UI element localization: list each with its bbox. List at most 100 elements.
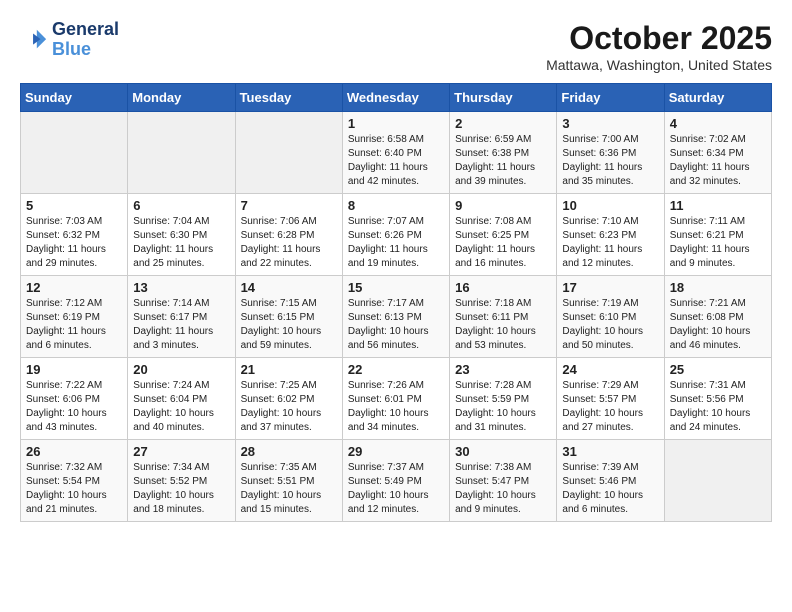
day-cell: 8 Sunrise: 7:07 AM Sunset: 6:26 PM Daylig… — [342, 194, 449, 276]
day-info: Sunrise: 7:14 AM Sunset: 6:17 PM Dayligh… — [133, 297, 229, 353]
page-header: General Blue October 2025 Mattawa, Washi… — [20, 20, 772, 73]
day-cell: 2 Sunrise: 6:59 AM Sunset: 6:38 PM Daylig… — [450, 112, 557, 194]
day-info: Sunrise: 7:35 AM Sunset: 5:51 PM Dayligh… — [241, 461, 337, 517]
day-info: Sunrise: 7:02 AM Sunset: 6:34 PM Dayligh… — [670, 133, 766, 189]
day-info: Sunrise: 7:06 AM Sunset: 6:28 PM Dayligh… — [241, 215, 337, 271]
day-info: Sunrise: 7:26 AM Sunset: 6:01 PM Dayligh… — [348, 379, 444, 435]
day-info: Sunrise: 7:31 AM Sunset: 5:56 PM Dayligh… — [670, 379, 766, 435]
day-info: Sunrise: 6:58 AM Sunset: 6:40 PM Dayligh… — [348, 133, 444, 189]
day-number: 2 — [455, 116, 551, 131]
day-number: 15 — [348, 280, 444, 295]
day-cell: 4 Sunrise: 7:02 AM Sunset: 6:34 PM Daylig… — [664, 112, 771, 194]
day-cell: 13 Sunrise: 7:14 AM Sunset: 6:17 PM Dayli… — [128, 276, 235, 358]
day-cell: 1 Sunrise: 6:58 AM Sunset: 6:40 PM Daylig… — [342, 112, 449, 194]
day-number: 12 — [26, 280, 122, 295]
day-number: 23 — [455, 362, 551, 377]
day-info: Sunrise: 7:22 AM Sunset: 6:06 PM Dayligh… — [26, 379, 122, 435]
title-block: October 2025 Mattawa, Washington, United… — [546, 20, 772, 73]
weekday-header-wednesday: Wednesday — [342, 84, 449, 112]
day-cell: 25Sunrise: 7:31 AM Sunset: 5:56 PM Dayli… — [664, 358, 771, 440]
day-info: Sunrise: 7:38 AM Sunset: 5:47 PM Dayligh… — [455, 461, 551, 517]
day-cell: 3Sunrise: 7:00 AM Sunset: 6:36 PM Daylig… — [557, 112, 664, 194]
day-cell — [128, 112, 235, 194]
day-number: 8 — [348, 198, 444, 213]
day-info: Sunrise: 7:08 AM Sunset: 6:25 PM Dayligh… — [455, 215, 551, 271]
day-cell: 23 Sunrise: 7:28 AM Sunset: 5:59 PM Dayli… — [450, 358, 557, 440]
day-cell: 19 Sunrise: 7:22 AM Sunset: 6:06 PM Dayli… — [21, 358, 128, 440]
day-info: Sunrise: 7:29 AM Sunset: 5:57 PM Dayligh… — [562, 379, 658, 435]
day-number: 29 — [348, 444, 444, 459]
calendar: SundayMondayTuesdayWednesdayThursdayFrid… — [20, 83, 772, 522]
day-cell: 10 Sunrise: 7:10 AM Sunset: 6:23 PM Dayli… — [557, 194, 664, 276]
day-info: Sunrise: 7:19 AM Sunset: 6:10 PM Dayligh… — [562, 297, 658, 353]
day-number: 10 — [562, 198, 658, 213]
day-number: 27 — [133, 444, 229, 459]
day-info: Sunrise: 7:24 AM Sunset: 6:04 PM Dayligh… — [133, 379, 229, 435]
day-cell: 17 Sunrise: 7:19 AM Sunset: 6:10 PM Dayli… — [557, 276, 664, 358]
day-cell — [21, 112, 128, 194]
day-number: 22 — [348, 362, 444, 377]
day-number: 16 — [455, 280, 551, 295]
day-cell: 31Sunrise: 7:39 AM Sunset: 5:46 PM Dayli… — [557, 440, 664, 522]
day-cell: 24Sunrise: 7:29 AM Sunset: 5:57 PM Dayli… — [557, 358, 664, 440]
day-cell: 29 Sunrise: 7:37 AM Sunset: 5:49 PM Dayli… — [342, 440, 449, 522]
day-info: Sunrise: 7:37 AM Sunset: 5:49 PM Dayligh… — [348, 461, 444, 517]
day-cell: 5Sunrise: 7:03 AM Sunset: 6:32 PM Daylig… — [21, 194, 128, 276]
day-info: Sunrise: 7:07 AM Sunset: 6:26 PM Dayligh… — [348, 215, 444, 271]
day-number: 9 — [455, 198, 551, 213]
day-cell: 20 Sunrise: 7:24 AM Sunset: 6:04 PM Dayli… — [128, 358, 235, 440]
day-info: Sunrise: 7:25 AM Sunset: 6:02 PM Dayligh… — [241, 379, 337, 435]
weekday-header-sunday: Sunday — [21, 84, 128, 112]
weekday-header-tuesday: Tuesday — [235, 84, 342, 112]
day-info: Sunrise: 7:11 AM Sunset: 6:21 PM Dayligh… — [670, 215, 766, 271]
day-info: Sunrise: 7:28 AM Sunset: 5:59 PM Dayligh… — [455, 379, 551, 435]
month-title: October 2025 — [546, 20, 772, 57]
day-cell: 15 Sunrise: 7:17 AM Sunset: 6:13 PM Dayli… — [342, 276, 449, 358]
day-info: Sunrise: 7:32 AM Sunset: 5:54 PM Dayligh… — [26, 461, 122, 517]
day-number: 1 — [348, 116, 444, 131]
day-info: Sunrise: 7:10 AM Sunset: 6:23 PM Dayligh… — [562, 215, 658, 271]
week-row-4: 19 Sunrise: 7:22 AM Sunset: 6:06 PM Dayli… — [21, 358, 772, 440]
weekday-header-saturday: Saturday — [664, 84, 771, 112]
day-number: 13 — [133, 280, 229, 295]
day-number: 20 — [133, 362, 229, 377]
week-row-5: 26 Sunrise: 7:32 AM Sunset: 5:54 PM Dayli… — [21, 440, 772, 522]
weekday-header-friday: Friday — [557, 84, 664, 112]
day-cell: 27 Sunrise: 7:34 AM Sunset: 5:52 PM Dayli… — [128, 440, 235, 522]
day-cell: 21Sunrise: 7:25 AM Sunset: 6:02 PM Dayli… — [235, 358, 342, 440]
day-info: Sunrise: 7:04 AM Sunset: 6:30 PM Dayligh… — [133, 215, 229, 271]
day-cell: 11Sunrise: 7:11 AM Sunset: 6:21 PM Dayli… — [664, 194, 771, 276]
day-number: 4 — [670, 116, 766, 131]
day-info: Sunrise: 7:17 AM Sunset: 6:13 PM Dayligh… — [348, 297, 444, 353]
day-number: 26 — [26, 444, 122, 459]
week-row-1: 1 Sunrise: 6:58 AM Sunset: 6:40 PM Daylig… — [21, 112, 772, 194]
day-info: Sunrise: 7:34 AM Sunset: 5:52 PM Dayligh… — [133, 461, 229, 517]
day-info: Sunrise: 7:12 AM Sunset: 6:19 PM Dayligh… — [26, 297, 122, 353]
day-number: 30 — [455, 444, 551, 459]
day-cell — [664, 440, 771, 522]
logo-icon — [20, 26, 48, 54]
day-number: 18 — [670, 280, 766, 295]
day-number: 31 — [562, 444, 658, 459]
logo: General Blue — [20, 20, 119, 60]
day-info: Sunrise: 6:59 AM Sunset: 6:38 PM Dayligh… — [455, 133, 551, 189]
day-number: 5 — [26, 198, 122, 213]
week-row-2: 5Sunrise: 7:03 AM Sunset: 6:32 PM Daylig… — [21, 194, 772, 276]
weekday-header-row: SundayMondayTuesdayWednesdayThursdayFrid… — [21, 84, 772, 112]
day-number: 6 — [133, 198, 229, 213]
day-cell — [235, 112, 342, 194]
day-cell: 9 Sunrise: 7:08 AM Sunset: 6:25 PM Daylig… — [450, 194, 557, 276]
day-cell: 16Sunrise: 7:18 AM Sunset: 6:11 PM Dayli… — [450, 276, 557, 358]
day-cell: 14Sunrise: 7:15 AM Sunset: 6:15 PM Dayli… — [235, 276, 342, 358]
day-cell: 22 Sunrise: 7:26 AM Sunset: 6:01 PM Dayli… — [342, 358, 449, 440]
day-cell: 26 Sunrise: 7:32 AM Sunset: 5:54 PM Dayli… — [21, 440, 128, 522]
day-info: Sunrise: 7:00 AM Sunset: 6:36 PM Dayligh… — [562, 133, 658, 189]
day-cell: 28Sunrise: 7:35 AM Sunset: 5:51 PM Dayli… — [235, 440, 342, 522]
day-cell: 18Sunrise: 7:21 AM Sunset: 6:08 PM Dayli… — [664, 276, 771, 358]
day-number: 17 — [562, 280, 658, 295]
weekday-header-thursday: Thursday — [450, 84, 557, 112]
day-number: 14 — [241, 280, 337, 295]
day-number: 19 — [26, 362, 122, 377]
weekday-header-monday: Monday — [128, 84, 235, 112]
logo-text: General Blue — [52, 20, 119, 60]
